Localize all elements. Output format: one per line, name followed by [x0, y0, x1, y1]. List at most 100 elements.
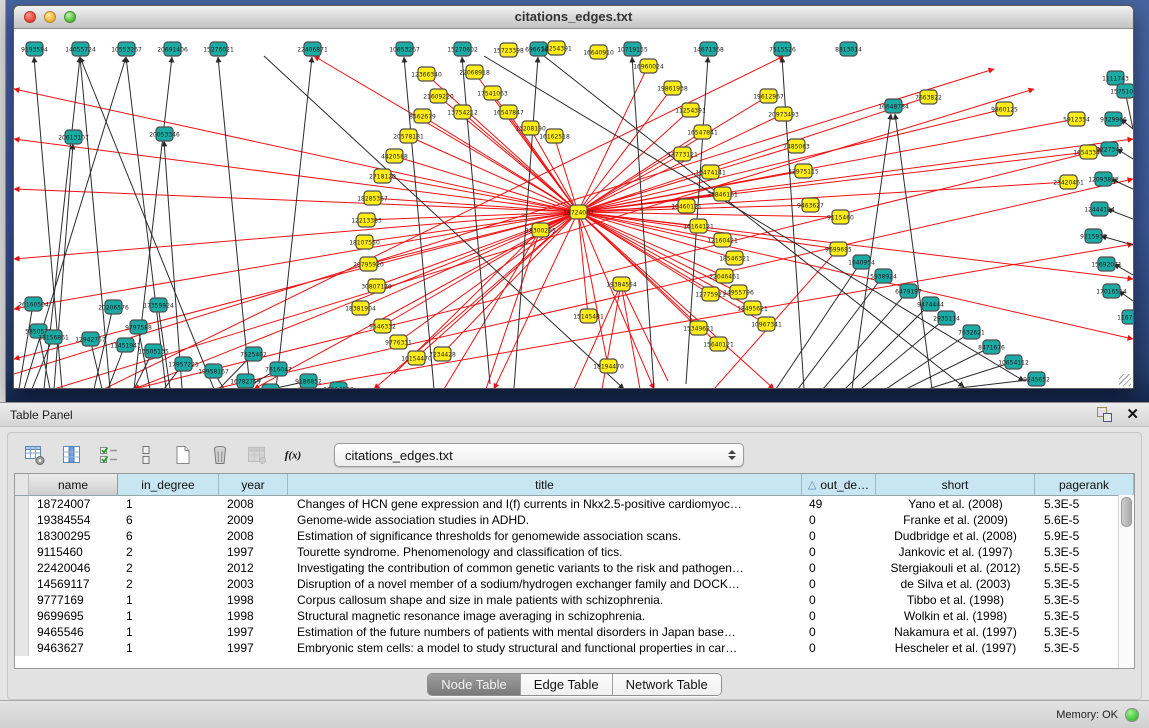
graph-node[interactable]: 17359924: [143, 298, 174, 312]
table-row[interactable]: 1872400712008Changes of HCN gene express…: [15, 496, 1134, 512]
cell-out[interactable]: 0: [802, 528, 876, 544]
column-header-name[interactable]: name: [29, 474, 118, 495]
graph-edge[interactable]: [578, 212, 1133, 339]
graph-node[interactable]: 14055724: [65, 42, 96, 56]
cell-name[interactable]: 9465546: [29, 624, 118, 640]
graph-node[interactable]: 8813014: [835, 42, 862, 56]
graph-node[interactable]: 19958167: [198, 364, 229, 378]
graph-edge[interactable]: [621, 284, 640, 388]
graph-node[interactable]: 19612967: [753, 89, 784, 103]
graph-node[interactable]: 7234428: [429, 347, 456, 361]
tab-edge-table[interactable]: Edge Table: [521, 674, 613, 695]
graph-node[interactable]: 16648784: [878, 99, 909, 113]
graph-edge[interactable]: [578, 139, 1133, 212]
window-resize-grip[interactable]: [1119, 374, 1131, 386]
graph-node[interactable]: 23420461: [1053, 175, 1084, 189]
graph-node[interactable]: 15751074: [1110, 84, 1133, 98]
cell-out[interactable]: 0: [802, 624, 876, 640]
cell-short[interactable]: Franke et al. (2009): [876, 512, 1035, 528]
cell-out[interactable]: 0: [802, 608, 876, 624]
close-panel-icon[interactable]: ✕: [1126, 407, 1139, 422]
cell-name[interactable]: 19384554: [29, 512, 118, 528]
graph-node[interactable]: 11451941: [110, 338, 141, 352]
import-table-button[interactable]: [244, 442, 270, 468]
graph-node[interactable]: 16547841: [687, 125, 718, 139]
table-row[interactable]: 911546021997Tourette syndrome. Phenomeno…: [15, 544, 1134, 560]
graph-node[interactable]: 4420588: [381, 149, 408, 163]
graph-node[interactable]: 9546332: [369, 319, 396, 333]
cell-short[interactable]: Nakamura et al. (1997): [876, 624, 1035, 640]
graph-edge[interactable]: [14, 212, 578, 259]
graph-node[interactable]: 18546321: [719, 251, 750, 265]
column-header-out-de-[interactable]: △out_de…: [802, 474, 876, 495]
cell-short[interactable]: Tibbo et al. (1998): [876, 592, 1035, 608]
float-panel-icon[interactable]: [1097, 407, 1112, 422]
cell-title[interactable]: Investigating the contribution of common…: [288, 560, 802, 576]
graph-node[interactable]: 15723398: [493, 43, 524, 57]
window-titlebar[interactable]: citations_edges.txt: [14, 6, 1133, 29]
cell-name[interactable]: 22420046: [29, 560, 118, 576]
cell-title[interactable]: Embryonic stem cells: a model to study s…: [288, 640, 802, 656]
minimize-window-button[interactable]: [44, 11, 56, 23]
table-mode-button[interactable]: [22, 442, 48, 468]
table-row[interactable]: 969969511998Structural magnetic resonanc…: [15, 608, 1134, 624]
cell-year[interactable]: 1998: [219, 592, 288, 608]
graph-node[interactable]: 12366340: [411, 67, 442, 81]
column-header-short[interactable]: short: [876, 474, 1035, 495]
cell-in[interactable]: 1: [118, 608, 219, 624]
graph-node[interactable]: 14671368: [693, 42, 724, 56]
graph-node[interactable]: 15276021: [203, 42, 234, 56]
cell-name[interactable]: 18300295: [29, 528, 118, 544]
cell-in[interactable]: 2: [118, 544, 219, 560]
cell-year[interactable]: 2009: [219, 512, 288, 528]
graph-edge[interactable]: [578, 119, 1076, 212]
graph-node[interactable]: 12975115: [788, 164, 819, 178]
graph-node[interactable]: 17773121: [667, 147, 698, 161]
graph-node[interactable]: 21846161: [707, 187, 738, 201]
cell-out[interactable]: 0: [802, 640, 876, 656]
graph-node[interactable]: 1111743: [1102, 71, 1129, 85]
graph-node[interactable]: 12213383: [351, 213, 382, 227]
graph-node[interactable]: 22406871: [297, 42, 328, 56]
graph-node[interactable]: 9776331: [385, 335, 412, 349]
graph-node[interactable]: 18194470: [593, 359, 624, 373]
function-builder-button[interactable]: f(x): [281, 442, 307, 468]
graph-node[interactable]: 30807170: [361, 279, 392, 293]
graph-node[interactable]: 9245652: [1023, 372, 1050, 386]
graph-edge[interactable]: [776, 262, 861, 388]
graph-node[interactable]: 20613107: [58, 130, 89, 144]
graph-node[interactable]: 17541063: [477, 86, 508, 100]
column-header-in-degree[interactable]: in_degree: [118, 474, 219, 495]
cell-name[interactable]: 18724007: [29, 496, 118, 512]
cell-short[interactable]: Jankovic et al. (1997): [876, 544, 1035, 560]
cell-out[interactable]: 0: [802, 560, 876, 576]
graph-node[interactable]: 18495621: [737, 301, 768, 315]
cell-year[interactable]: 2003: [219, 576, 288, 592]
graph-node[interactable]: 9860125: [991, 102, 1018, 116]
column-visibility-button[interactable]: [59, 442, 85, 468]
table-row[interactable]: 1830029562008Estimation of significance …: [15, 528, 1134, 544]
cell-in[interactable]: 1: [118, 624, 219, 640]
row-height-button[interactable]: [133, 442, 159, 468]
cell-out[interactable]: 0: [802, 576, 876, 592]
cell-title[interactable]: Estimation of the future numbers of pati…: [288, 624, 802, 640]
memory-status-indicator[interactable]: [1125, 708, 1139, 722]
graph-node[interactable]: 1167533: [1117, 310, 1133, 324]
graph-edge[interactable]: [852, 114, 891, 388]
cell-in[interactable]: 6: [118, 528, 219, 544]
graph-edge[interactable]: [578, 212, 588, 316]
table-row[interactable]: 977716911998Corpus callosum shape and si…: [15, 592, 1134, 608]
cell-short[interactable]: Yano et al. (2008): [876, 496, 1035, 512]
cell-title[interactable]: Tourette syndrome. Phenomenology and cla…: [288, 544, 802, 560]
cell-in[interactable]: 2: [118, 576, 219, 592]
graph-node[interactable]: 17957225: [168, 357, 199, 371]
cell-out[interactable]: 0: [802, 512, 876, 528]
graph-node[interactable]: 7515526: [769, 42, 796, 56]
column-header-year[interactable]: year: [219, 474, 288, 495]
graph-node[interactable]: 21609220: [423, 89, 454, 103]
cell-name[interactable]: 9777169: [29, 592, 118, 608]
graph-edge[interactable]: [19, 304, 33, 388]
graph-node[interactable]: 5912354: [1063, 112, 1090, 126]
select-columns-button[interactable]: [96, 442, 122, 468]
graph-node[interactable]: 12444134: [1084, 202, 1115, 216]
